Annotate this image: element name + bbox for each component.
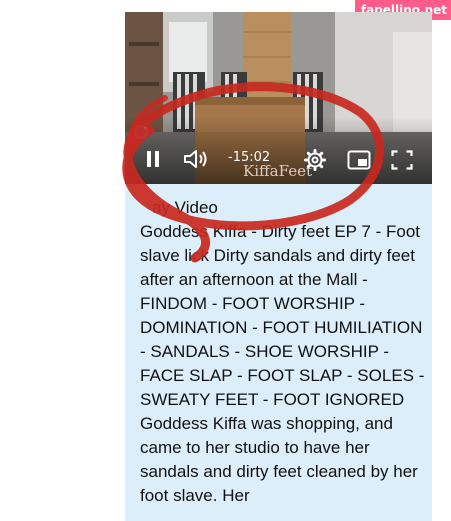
picture-in-picture-icon[interactable] xyxy=(347,150,371,170)
post-title: Goddess Kiffa - Dirty feet EP 7 - Foot s… xyxy=(140,222,425,409)
settings-icon[interactable] xyxy=(304,149,326,171)
video-player[interactable]: -15:02 KiffaFeet xyxy=(125,12,432,184)
pause-icon[interactable] xyxy=(145,150,161,168)
post-text: ay Video Goddess Kiffa - Dirty feet EP 7… xyxy=(140,196,430,508)
post-description: Goddess Kiffa was shopping, and came to … xyxy=(140,414,418,505)
fullscreen-icon[interactable] xyxy=(391,150,413,170)
video-frame xyxy=(125,12,432,184)
video-watermark: KiffaFeet xyxy=(243,162,312,180)
progress-scrubber[interactable] xyxy=(136,127,146,137)
play-video-label: ay Video xyxy=(152,198,218,217)
volume-icon[interactable] xyxy=(183,149,209,169)
